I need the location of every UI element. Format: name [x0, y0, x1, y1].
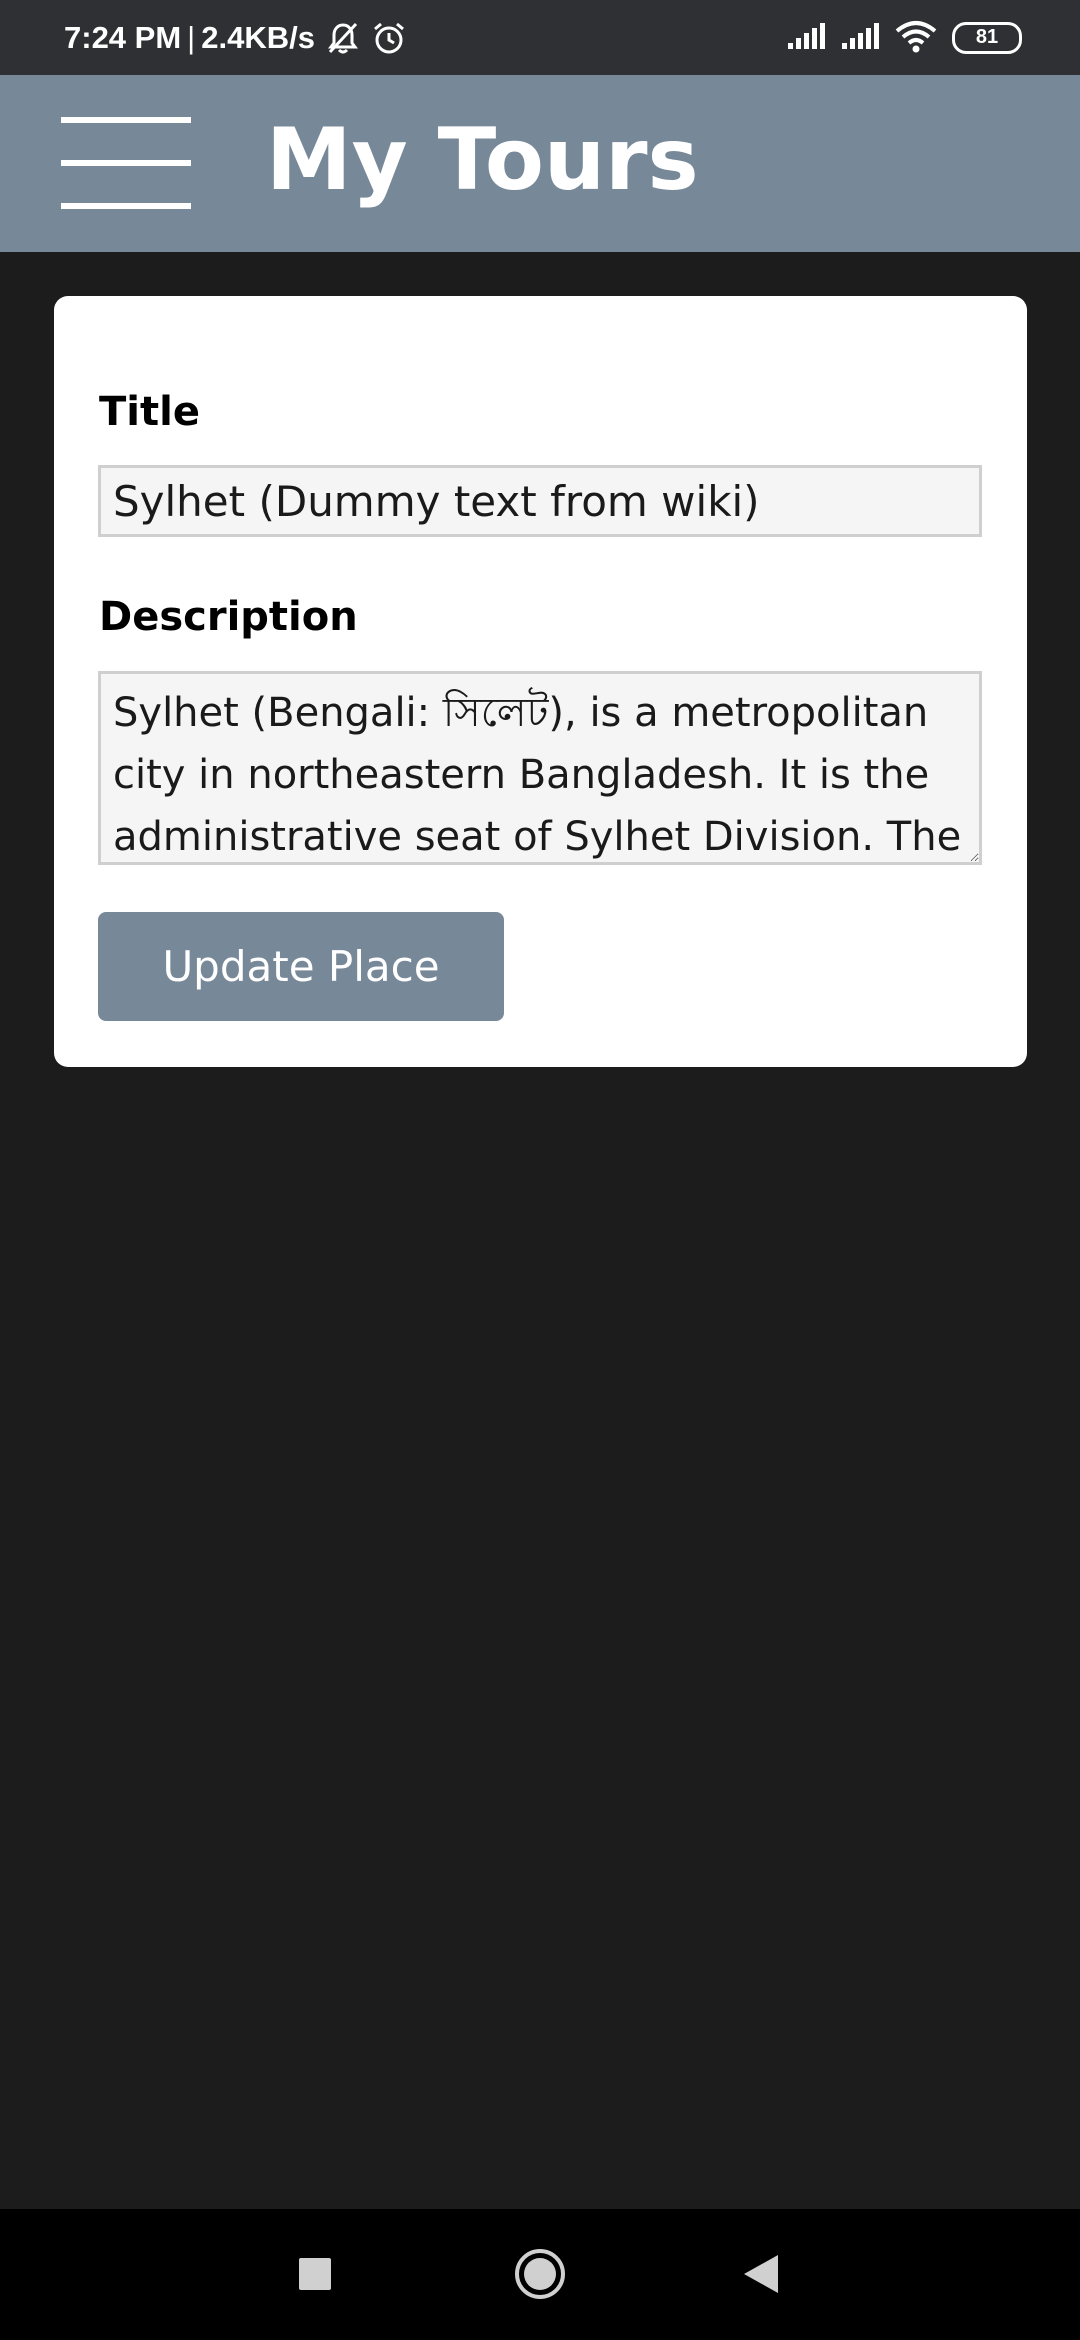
signal-icon	[840, 21, 880, 55]
description-textarea[interactable]: Sylhet (Bengali: সিলেট), is a metropolit…	[98, 671, 982, 865]
description-label: Description	[99, 594, 358, 640]
bell-off-icon	[325, 20, 361, 56]
edit-place-card: Title Description Sylhet (Bengali: সিলেট…	[54, 296, 1027, 1067]
status-right: 81	[786, 0, 1022, 75]
update-place-button[interactable]: Update Place	[98, 912, 504, 1021]
status-separator: |	[187, 19, 196, 55]
page-title: My Tours	[266, 110, 699, 210]
status-left: 7:24 PM | 2.4KB/s	[64, 0, 407, 75]
app-header: My Tours	[0, 75, 1080, 252]
title-input[interactable]	[98, 465, 982, 537]
battery-icon: 81	[952, 21, 1022, 54]
wifi-icon	[894, 19, 938, 57]
status-bar: 7:24 PM | 2.4KB/s 81	[0, 0, 1080, 75]
system-nav-bar	[0, 2209, 1080, 2340]
title-label: Title	[99, 389, 200, 435]
signal-icon	[786, 21, 826, 55]
recents-square-icon[interactable]	[290, 2239, 340, 2309]
network-speed: 2.4KB/s	[201, 19, 315, 55]
hamburger-menu-icon[interactable]	[58, 115, 194, 211]
alarm-icon	[371, 20, 407, 56]
status-time: 7:24 PM	[64, 19, 182, 55]
back-triangle-icon[interactable]	[736, 2239, 786, 2309]
home-circle-icon[interactable]	[510, 2239, 570, 2309]
